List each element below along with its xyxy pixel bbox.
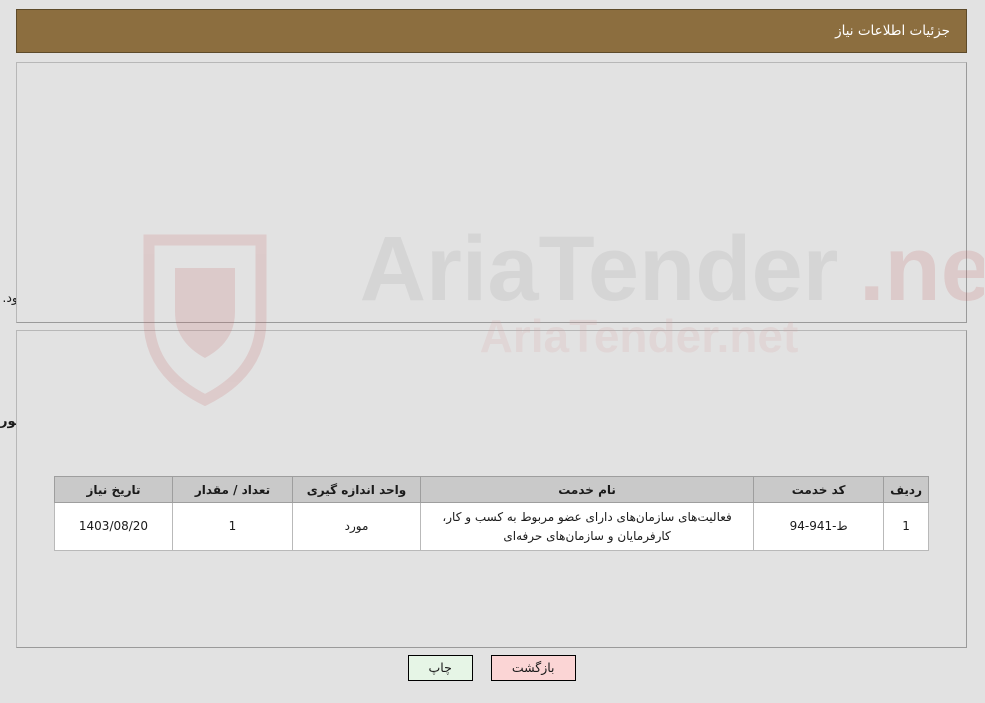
- cell-code: ط-941-94: [754, 501, 886, 552]
- cell-name: فعالیت‌های سازمان‌های دارای عضو مربوط به…: [420, 501, 756, 552]
- table-row[interactable]: 1 ط-941-94 فعالیت‌های سازمان‌های دارای ع…: [55, 501, 930, 552]
- services-table: ردیف کد خدمت نام خدمت واحد اندازه گیری ت…: [55, 476, 930, 552]
- page-title: جزئیات اطلاعات نیاز: [836, 23, 951, 39]
- cell-date: 1403/08/20: [55, 501, 174, 552]
- page-header-bar: جزئیات اطلاعات نیاز: [17, 9, 968, 53]
- footer-button-bar: بازگشت چاپ: [0, 655, 985, 681]
- page-root: AriaTender .net AriaTender.net جزئیات اط…: [0, 0, 985, 703]
- cell-quantity: 1: [173, 501, 294, 552]
- need-summary-panel: [17, 62, 968, 323]
- table-header-row: ردیف کد خدمت نام خدمت واحد اندازه گیری ت…: [55, 476, 930, 503]
- col-index: ردیف: [884, 476, 930, 503]
- print-button[interactable]: چاپ: [408, 655, 474, 681]
- col-quantity: تعداد / مقدار: [173, 476, 294, 503]
- col-unit: واحد اندازه گیری: [293, 476, 422, 503]
- col-name: نام خدمت: [420, 476, 756, 503]
- col-code: کد خدمت: [754, 476, 886, 503]
- col-date: تاریخ نیاز: [55, 476, 174, 503]
- cell-index: 1: [884, 501, 930, 552]
- services-table-wrapper: ردیف کد خدمت نام خدمت واحد اندازه گیری ت…: [55, 476, 930, 552]
- cell-unit: مورد: [293, 501, 422, 552]
- back-button[interactable]: بازگشت: [491, 655, 577, 681]
